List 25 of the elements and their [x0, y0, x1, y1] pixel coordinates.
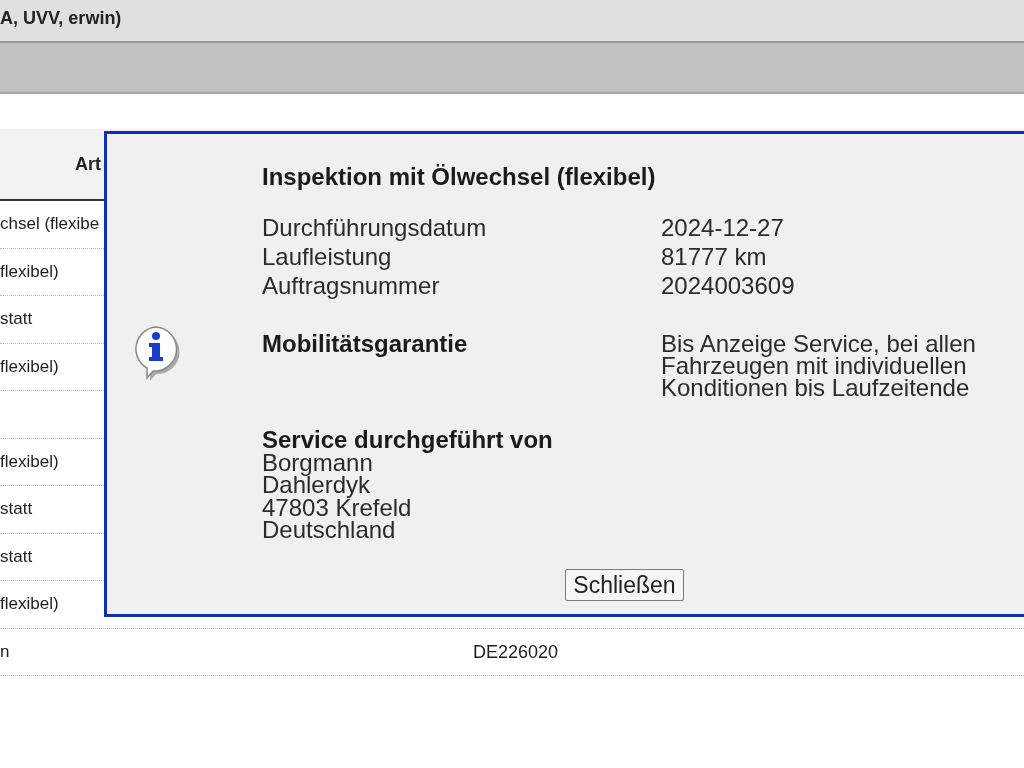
field-value: 81777 km	[661, 242, 767, 271]
table-cell: statt	[0, 308, 33, 331]
table-cell: chsel (flexibe	[0, 213, 100, 236]
table-cell: n	[0, 640, 10, 663]
table-cell: flexibel)	[0, 355, 59, 378]
field-label: Auftragsnummer	[262, 271, 440, 300]
address-line: Deutschland	[262, 519, 396, 542]
column-header[interactable]: Art	[75, 153, 101, 175]
field-label: Laufleistung	[262, 242, 392, 271]
table-cell: flexibel)	[0, 260, 59, 283]
field-value: 2024003609	[661, 271, 795, 300]
field-value: Bis Anzeige Service, bei allen Fahrzeugen mit individuellen Konditionen bis Laufzeitende	[661, 333, 977, 399]
field-label: Mobilitätsgarantie	[262, 333, 468, 359]
table-cell: DE226020	[473, 640, 559, 663]
section-heading: Service durchgeführt von	[262, 429, 553, 452]
table-cell: flexibel)	[0, 593, 59, 616]
close-button[interactable]: Schließen	[565, 568, 684, 601]
table-cell: statt	[0, 498, 33, 521]
table-cell: statt	[0, 545, 33, 568]
field-label: Durchführungsdatum	[262, 213, 487, 242]
field-value: 2024-12-27	[661, 213, 784, 242]
header-title: A, UVV, erwin)	[0, 7, 122, 29]
table-cell: flexibel)	[0, 450, 59, 473]
address-line: Borgmann	[262, 451, 373, 474]
dialog-title: Inspektion mit Ölwechsel (flexibel)	[262, 163, 656, 191]
